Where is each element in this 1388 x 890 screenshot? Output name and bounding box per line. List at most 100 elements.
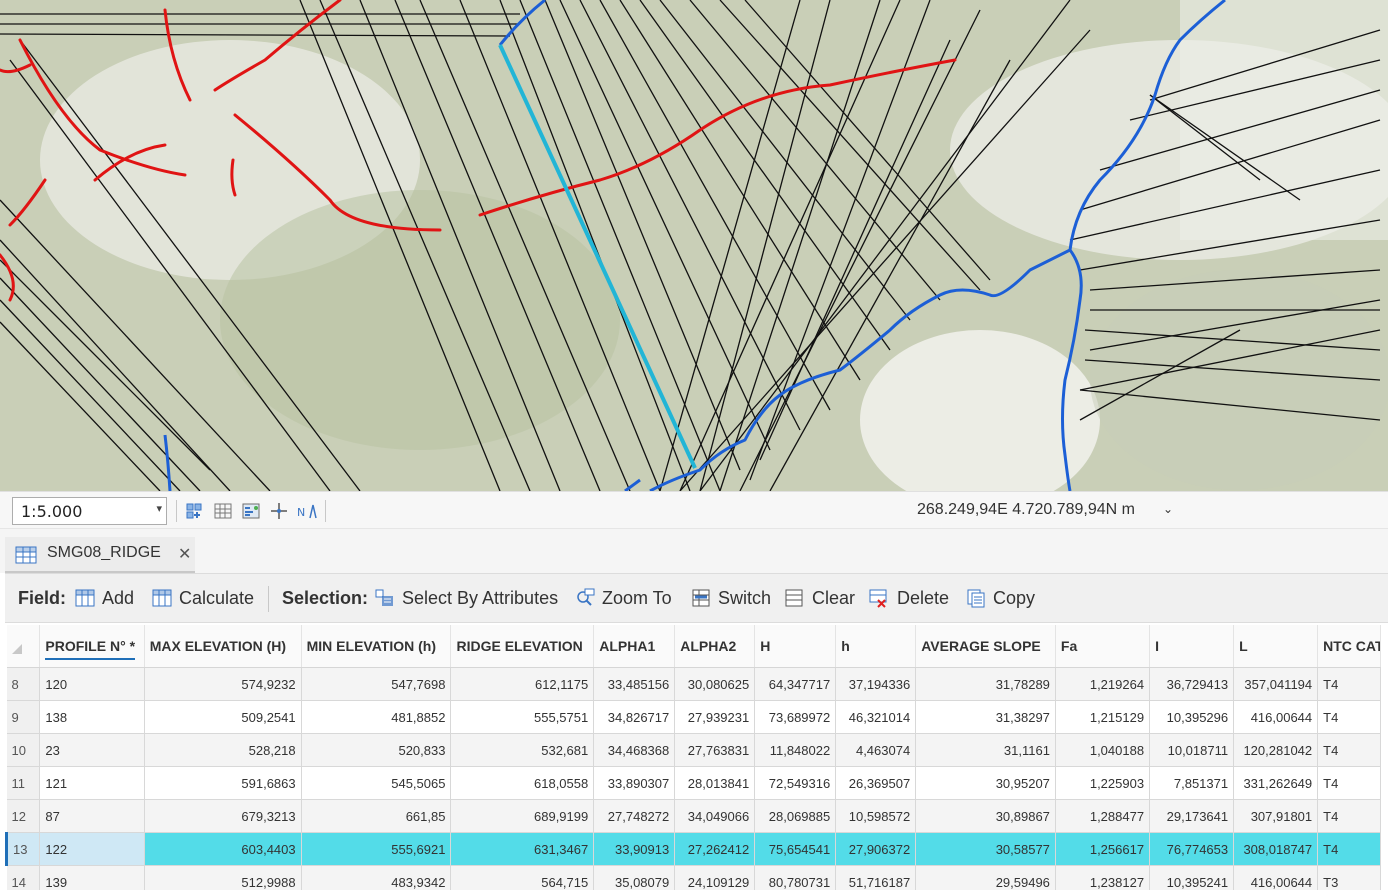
table-cell[interactable]: 509,2541 (144, 700, 302, 734)
table-cell[interactable]: 661,85 (301, 799, 452, 833)
table-cell[interactable]: 120 (39, 667, 145, 701)
table-cell[interactable]: 27,262412 (674, 832, 756, 866)
table-cell[interactable]: 36,729413 (1149, 667, 1235, 701)
table-cell[interactable]: 120,281042 (1233, 733, 1319, 767)
table-cell[interactable]: 73,689972 (754, 700, 837, 734)
grid-icon[interactable] (213, 501, 233, 521)
table-cell[interactable]: 27,939231 (674, 700, 756, 734)
table-cell[interactable]: 481,8852 (301, 700, 452, 734)
table-cell[interactable]: 331,262649 (1233, 766, 1319, 800)
map-canvas[interactable] (0, 0, 1388, 491)
calculate-field-button[interactable]: Calculate (179, 588, 254, 609)
table-cell[interactable]: 27,748272 (593, 799, 676, 833)
table-row[interactable]: 8 120 574,9232 547,7698 612,1175 33,485156 30,… (6, 667, 1381, 701)
table-cell[interactable]: 483,9342 (301, 865, 452, 890)
table-cell[interactable]: 28,013841 (674, 766, 756, 800)
table-cell[interactable]: 307,91801 (1233, 799, 1319, 833)
table-cell[interactable]: T4 (1317, 733, 1381, 767)
table-cell[interactable]: 122 (39, 832, 145, 866)
table-cell[interactable]: 33,90913 (593, 832, 676, 866)
table-cell[interactable]: 416,00644 (1233, 865, 1319, 890)
table-cell[interactable]: 27,906372 (835, 832, 917, 866)
add-field-button[interactable]: Add (102, 588, 134, 609)
table-cell[interactable]: 574,9232 (144, 667, 302, 701)
table-cell[interactable]: 138 (39, 700, 145, 734)
table-cell[interactable]: 1,215129 (1055, 700, 1151, 734)
row-selector-header[interactable] (6, 625, 41, 668)
table-cell[interactable]: 4,463074 (835, 733, 917, 767)
table-cell[interactable]: 76,774653 (1149, 832, 1235, 866)
table-cell[interactable]: 30,58577 (915, 832, 1056, 866)
table-cell[interactable]: 532,681 (450, 733, 595, 767)
table-cell[interactable]: 11,848022 (754, 733, 837, 767)
delete-button[interactable]: Delete (897, 588, 949, 609)
table-cell[interactable]: T4 (1317, 766, 1381, 800)
table-cell[interactable]: 31,1161 (915, 733, 1056, 767)
column-header[interactable]: I (1149, 625, 1235, 668)
table-cell[interactable]: 357,041194 (1233, 667, 1319, 701)
table-cell[interactable]: 618,0558 (450, 766, 595, 800)
column-header[interactable]: h (835, 625, 917, 668)
column-header[interactable]: ALPHA2 (674, 625, 756, 668)
table-cell[interactable]: 23 (39, 733, 145, 767)
row-number[interactable]: 14 (6, 865, 41, 890)
table-cell[interactable]: 33,485156 (593, 667, 676, 701)
table-cell[interactable]: 30,080625 (674, 667, 756, 701)
table-cell[interactable]: 31,38297 (915, 700, 1056, 734)
crosshair-icon[interactable] (269, 501, 289, 521)
table-cell[interactable]: 37,194336 (835, 667, 917, 701)
table-cell[interactable]: 51,716187 (835, 865, 917, 890)
map-view[interactable] (0, 0, 1388, 491)
table-cell[interactable]: 1,256617 (1055, 832, 1151, 866)
zoom-to-button[interactable]: Zoom To (602, 588, 672, 609)
table-cell[interactable]: 46,321014 (835, 700, 917, 734)
table-row[interactable]: 11 121 591,6863 545,5065 618,0558 33,890307 28… (6, 766, 1381, 800)
column-header[interactable]: H (754, 625, 837, 668)
table-cell[interactable]: 35,08079 (593, 865, 676, 890)
table-cell[interactable]: 64,347717 (754, 667, 837, 701)
column-header[interactable]: L (1233, 625, 1319, 668)
correction-icon[interactable] (241, 501, 261, 521)
table-cell[interactable]: 603,4403 (144, 832, 302, 866)
table-cell[interactable]: T4 (1317, 799, 1381, 833)
table-cell[interactable]: 10,018711 (1149, 733, 1235, 767)
table-cell[interactable]: 29,173641 (1149, 799, 1235, 833)
row-number[interactable]: 10 (6, 733, 41, 767)
table-cell[interactable]: 34,826717 (593, 700, 676, 734)
select-by-attributes-button[interactable]: Select By Attributes (402, 588, 558, 609)
clear-selection-button[interactable]: Clear (812, 588, 855, 609)
table-cell[interactable]: 72,549316 (754, 766, 837, 800)
table-cell[interactable]: 689,9199 (450, 799, 595, 833)
column-header[interactable]: ALPHA1 (593, 625, 676, 668)
column-header[interactable]: RIDGE ELEVATION (450, 625, 595, 668)
scale-dropdown[interactable]: 1:5.000 ▾ (12, 497, 167, 525)
table-cell[interactable]: T4 (1317, 700, 1381, 734)
table-cell[interactable]: 10,395241 (1149, 865, 1235, 890)
table-cell[interactable]: 520,833 (301, 733, 452, 767)
table-row[interactable]: 13 122 603,4403 555,6921 631,3467 33,90913 27,… (5, 832, 1381, 866)
table-cell[interactable]: 87 (39, 799, 145, 833)
table-cell[interactable]: 679,3213 (144, 799, 302, 833)
table-cell[interactable]: 1,288477 (1055, 799, 1151, 833)
table-cell[interactable]: 631,3467 (450, 832, 595, 866)
row-number[interactable]: 8 (6, 667, 41, 701)
table-cell[interactable]: 1,238127 (1055, 865, 1151, 890)
switch-selection-button[interactable]: Switch (718, 588, 771, 609)
table-cell[interactable]: 24,109129 (674, 865, 756, 890)
table-cell[interactable]: 30,89867 (915, 799, 1056, 833)
table-cell[interactable]: 26,369507 (835, 766, 917, 800)
table-cell[interactable]: 10,395296 (1149, 700, 1235, 734)
table-cell[interactable]: 10,598572 (835, 799, 917, 833)
column-header[interactable]: MAX ELEVATION (H) (144, 625, 302, 668)
table-cell[interactable]: 31,78289 (915, 667, 1056, 701)
close-icon[interactable]: ✕ (178, 544, 191, 563)
table-row[interactable]: 12 87 679,3213 661,85 689,9199 27,748272 34,04… (6, 799, 1381, 833)
table-cell[interactable]: 528,218 (144, 733, 302, 767)
row-number[interactable]: 13 (5, 832, 41, 866)
table-cell[interactable]: 555,6921 (301, 832, 452, 866)
table-cell[interactable]: 29,59496 (915, 865, 1056, 890)
tab-smg08-ridge[interactable]: SMG08_RIDGE ✕ (5, 537, 195, 573)
copy-button[interactable]: Copy (993, 588, 1035, 609)
table-row[interactable]: 14 139 512,9988 483,9342 564,715 35,08079 24,1… (6, 865, 1381, 890)
table-cell[interactable]: 7,851371 (1149, 766, 1235, 800)
